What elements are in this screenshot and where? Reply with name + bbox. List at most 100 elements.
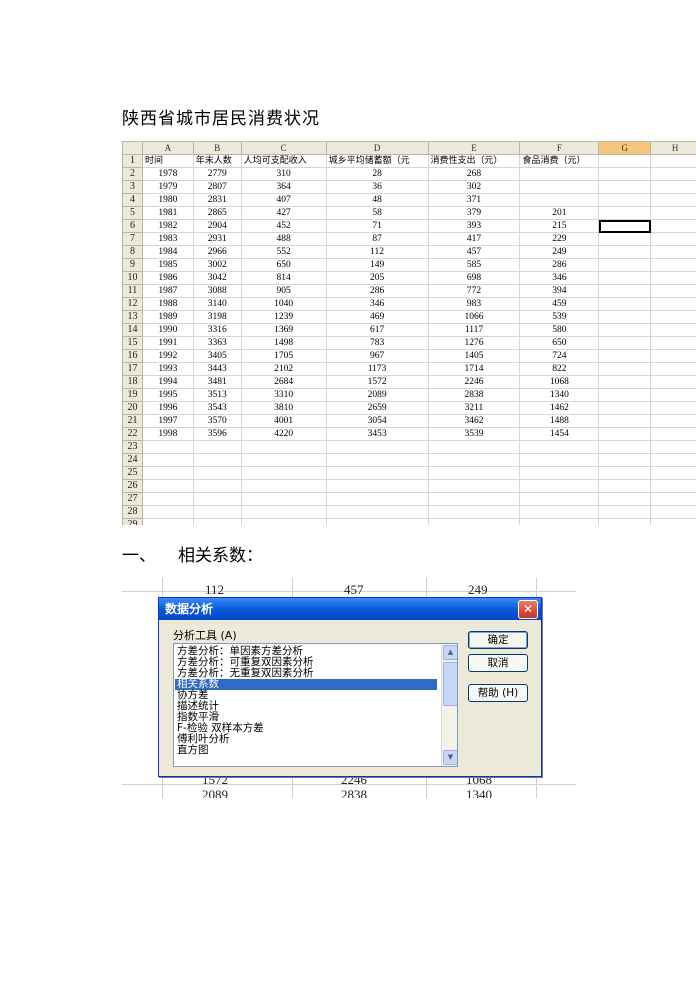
cell[interactable] xyxy=(325,466,429,480)
cell[interactable] xyxy=(598,154,652,168)
cell[interactable]: 488 xyxy=(240,232,327,246)
cell[interactable] xyxy=(650,414,696,428)
cell[interactable]: 1705 xyxy=(240,349,327,363)
row-number[interactable]: 12 xyxy=(122,297,143,311)
cell[interactable]: 87 xyxy=(325,232,429,246)
cell[interactable]: 1982 xyxy=(141,219,194,233)
cell[interactable]: 58 xyxy=(325,206,429,220)
cell[interactable]: 1239 xyxy=(240,310,327,324)
cell[interactable]: 1714 xyxy=(427,362,521,376)
cell[interactable] xyxy=(650,219,696,233)
cell[interactable] xyxy=(141,479,194,493)
cell[interactable]: 71 xyxy=(325,219,429,233)
cell[interactable]: 268 xyxy=(427,167,521,181)
cell[interactable]: 2779 xyxy=(192,167,242,181)
cell[interactable]: 1068 xyxy=(519,375,600,389)
cell[interactable] xyxy=(598,297,652,311)
cell[interactable] xyxy=(598,206,652,220)
cell[interactable]: 1369 xyxy=(240,323,327,337)
row-number[interactable]: 28 xyxy=(122,505,143,519)
cell[interactable]: 112 xyxy=(325,245,429,259)
cell[interactable]: 1998 xyxy=(141,427,194,441)
cell[interactable]: 580 xyxy=(519,323,600,337)
row-number[interactable]: 6 xyxy=(122,219,143,233)
cell[interactable] xyxy=(240,505,327,519)
cell[interactable]: 2684 xyxy=(240,375,327,389)
column-header[interactable]: D xyxy=(325,141,429,155)
help-button[interactable]: 帮助 (H) xyxy=(468,684,528,702)
cell[interactable] xyxy=(519,466,600,480)
cell[interactable]: 食品消费（元） xyxy=(519,154,600,168)
cell[interactable]: 1454 xyxy=(519,427,600,441)
row-number[interactable]: 2 xyxy=(122,167,143,181)
cell[interactable]: 1340 xyxy=(519,388,600,402)
cell[interactable]: 1462 xyxy=(519,401,600,415)
cell[interactable]: 3054 xyxy=(325,414,429,428)
cell[interactable]: 3570 xyxy=(192,414,242,428)
cell[interactable]: 1405 xyxy=(427,349,521,363)
row-number[interactable]: 16 xyxy=(122,349,143,363)
cell[interactable] xyxy=(598,349,652,363)
cell[interactable]: 2838 xyxy=(427,388,521,402)
cell[interactable] xyxy=(598,193,652,207)
cell[interactable] xyxy=(427,440,521,454)
cell[interactable]: 215 xyxy=(519,219,600,233)
cell[interactable] xyxy=(650,492,696,506)
cell[interactable] xyxy=(598,388,652,402)
cell[interactable]: 393 xyxy=(427,219,521,233)
dialog-titlebar[interactable]: 数据分析 ✕ xyxy=(159,598,541,620)
cell[interactable]: 3088 xyxy=(192,284,242,298)
cell[interactable]: 983 xyxy=(427,297,521,311)
cell[interactable]: 1990 xyxy=(141,323,194,337)
cell[interactable] xyxy=(325,440,429,454)
row-number[interactable]: 24 xyxy=(122,453,143,467)
cell[interactable] xyxy=(650,206,696,220)
cell[interactable] xyxy=(141,453,194,467)
cell[interactable]: 650 xyxy=(240,258,327,272)
cell[interactable] xyxy=(192,479,242,493)
cell[interactable] xyxy=(325,479,429,493)
spreadsheet[interactable]: A B C D E F G H 1 时间 年末人数 人均可支配收入 城乡平均储蓄额（元消… xyxy=(122,141,696,525)
cell[interactable] xyxy=(427,505,521,519)
cell[interactable] xyxy=(650,271,696,285)
column-header-selected[interactable]: G xyxy=(598,141,652,155)
cell[interactable]: 年末人数 xyxy=(192,154,242,168)
cell[interactable]: 2831 xyxy=(192,193,242,207)
cell[interactable]: 1980 xyxy=(141,193,194,207)
cell[interactable] xyxy=(141,466,194,480)
cell[interactable]: 3462 xyxy=(427,414,521,428)
cell[interactable]: 417 xyxy=(427,232,521,246)
cell[interactable]: 28 xyxy=(325,167,429,181)
cell[interactable]: 617 xyxy=(325,323,429,337)
cell[interactable]: 379 xyxy=(427,206,521,220)
cell[interactable]: 3002 xyxy=(192,258,242,272)
cell[interactable] xyxy=(192,505,242,519)
cell[interactable] xyxy=(650,310,696,324)
row-number[interactable]: 10 xyxy=(122,271,143,285)
cell[interactable] xyxy=(650,180,696,194)
row-number[interactable]: 14 xyxy=(122,323,143,337)
cell[interactable] xyxy=(650,167,696,181)
cell[interactable] xyxy=(519,453,600,467)
cell[interactable]: 364 xyxy=(240,180,327,194)
cell[interactable]: 3405 xyxy=(192,349,242,363)
cell[interactable]: 1173 xyxy=(325,362,429,376)
row-number[interactable]: 18 xyxy=(122,375,143,389)
cell[interactable] xyxy=(519,193,600,207)
cell[interactable]: 229 xyxy=(519,232,600,246)
cell[interactable] xyxy=(598,284,652,298)
cell[interactable] xyxy=(650,518,696,525)
cell[interactable]: 201 xyxy=(519,206,600,220)
cell[interactable]: 469 xyxy=(325,310,429,324)
cell[interactable]: 407 xyxy=(240,193,327,207)
cell[interactable]: 1979 xyxy=(141,180,194,194)
cell[interactable]: 822 xyxy=(519,362,600,376)
cell[interactable]: 1996 xyxy=(141,401,194,415)
cell[interactable]: 2807 xyxy=(192,180,242,194)
cell[interactable]: 2931 xyxy=(192,232,242,246)
cell[interactable]: 1989 xyxy=(141,310,194,324)
cell[interactable]: 346 xyxy=(519,271,600,285)
cell[interactable] xyxy=(325,518,429,525)
cell[interactable]: 1117 xyxy=(427,323,521,337)
cell[interactable]: 3198 xyxy=(192,310,242,324)
